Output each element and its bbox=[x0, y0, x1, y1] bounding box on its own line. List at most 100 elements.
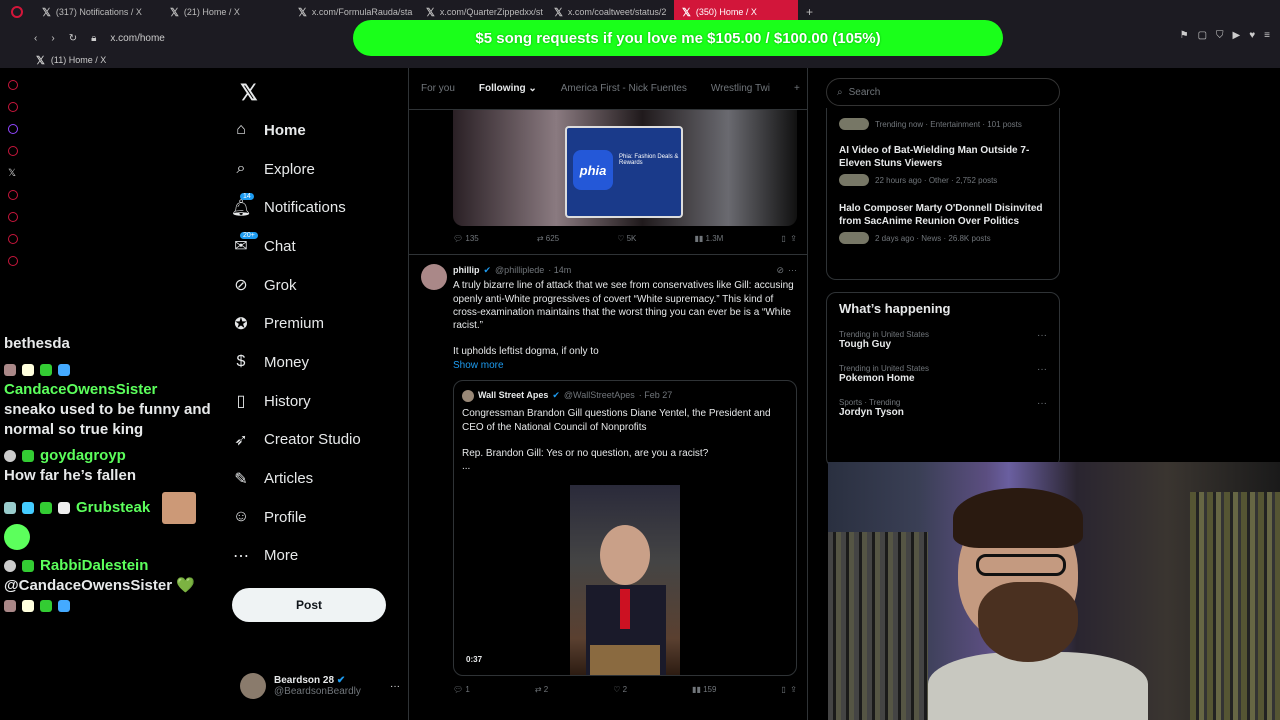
x-logo-icon[interactable]: 𝕏 bbox=[240, 80, 258, 106]
more-icon[interactable]: ··· bbox=[1037, 398, 1047, 409]
account-switcher[interactable]: Beardson 28 ✔ @BeardsonBeardly ··· bbox=[240, 670, 400, 702]
nav-articles[interactable]: ✎ Articles bbox=[232, 459, 402, 498]
views-button[interactable]: ▮▮ 159 bbox=[692, 685, 716, 694]
nav-label: Money bbox=[264, 353, 310, 371]
post-button[interactable]: Post bbox=[232, 588, 386, 622]
nav-more[interactable]: ⋯ More bbox=[232, 537, 402, 576]
tab-following[interactable]: Following ⌄ bbox=[479, 83, 537, 94]
badge-icon bbox=[4, 600, 16, 613]
author-name[interactable]: phillip bbox=[453, 264, 480, 277]
search-icon: ⌕ bbox=[837, 86, 843, 98]
play-icon[interactable]: ▶ bbox=[1233, 30, 1241, 41]
sidebar-app-icon[interactable] bbox=[8, 102, 18, 112]
trend-category: Trending in United States bbox=[839, 364, 929, 373]
sidebar-app-icon[interactable] bbox=[8, 80, 18, 90]
nav-explore[interactable]: ⌕ Explore bbox=[232, 150, 402, 189]
sidebar-app-icon[interactable] bbox=[8, 234, 18, 244]
bookmark-icon[interactable]: ▯ bbox=[781, 685, 785, 694]
trend-item[interactable]: Trending in United States Tough Guy ··· bbox=[839, 330, 1047, 350]
more-icon[interactable]: ··· bbox=[1037, 364, 1047, 375]
heart-icon[interactable]: ♥ bbox=[1249, 30, 1255, 41]
nav-profile[interactable]: ☺ Profile bbox=[232, 498, 402, 537]
nav-money[interactable]: $ Money bbox=[232, 343, 402, 382]
repost-button[interactable]: ⇄ 625 bbox=[537, 234, 559, 243]
trend-item[interactable]: Sports · Trending Jordyn Tyson ··· bbox=[839, 398, 1047, 418]
bookmark-toolbar-icon[interactable]: ⚑ bbox=[1180, 30, 1189, 41]
bookmark-item[interactable]: (11) Home / X bbox=[51, 55, 106, 65]
nav-notifications[interactable]: 🔔︎ 14 Notifications bbox=[231, 188, 402, 227]
chat-text: sneako used to be funny and normal so tr… bbox=[4, 401, 211, 438]
bookmark-icon[interactable]: ▯ bbox=[781, 234, 785, 243]
badge-icon bbox=[4, 560, 16, 573]
tab-list[interactable]: America First - Nick Fuentes bbox=[561, 83, 687, 94]
nav-premium[interactable]: ✪ Premium bbox=[232, 304, 402, 343]
reply-button[interactable]: 💬︎ 135 bbox=[453, 234, 479, 243]
author-handle[interactable]: @philliplede bbox=[495, 264, 544, 277]
sidebar-app-icon[interactable] bbox=[8, 190, 18, 200]
menu-icon[interactable]: ≡ bbox=[1264, 30, 1270, 41]
badge-icon bbox=[40, 600, 52, 613]
settings-icon[interactable] bbox=[8, 256, 18, 266]
nav-history[interactable]: ▯ History bbox=[232, 382, 402, 421]
nav-chat[interactable]: ✉ 20+ Chat bbox=[232, 227, 402, 266]
verified-icon: ✔ bbox=[483, 265, 492, 275]
search-input[interactable]: ⌕ Search bbox=[826, 78, 1060, 106]
news-title[interactable]: AI Video of Bat-Wielding Man Outside 7-E… bbox=[839, 144, 1047, 170]
nav-grok[interactable]: ⊘ Grok bbox=[232, 266, 402, 305]
more-icon[interactable]: ··· bbox=[1037, 330, 1047, 341]
tweet-media[interactable]: phia Phia: Fashion Deals & Rewards bbox=[453, 110, 797, 226]
nav-home[interactable]: ⌂ Home bbox=[232, 111, 402, 150]
back-icon[interactable]: ‹ bbox=[34, 33, 37, 44]
sidebar-app-icon[interactable] bbox=[8, 146, 18, 156]
search-placeholder: Search bbox=[848, 86, 881, 98]
streamer bbox=[978, 582, 1078, 662]
quoted-tweet[interactable]: Wall Street Apes ✔ @WallStreetApes · Feb… bbox=[453, 380, 797, 676]
timeline-tabs: For you Following ⌄ America First - Nick… bbox=[409, 68, 807, 110]
share-icon[interactable]: ⇪ bbox=[790, 234, 797, 243]
views-button[interactable]: ▮▮ 1.3M bbox=[694, 234, 723, 243]
money-icon: $ bbox=[236, 353, 246, 371]
avatar bbox=[240, 673, 266, 699]
video-duration: 0:37 bbox=[466, 655, 483, 664]
twitch-icon[interactable] bbox=[8, 124, 18, 134]
more-icon[interactable]: ··· bbox=[788, 264, 797, 277]
grok-icon[interactable]: ⊘ bbox=[776, 264, 784, 277]
url-field[interactable]: x.com/home bbox=[110, 33, 164, 44]
forward-icon[interactable]: › bbox=[51, 33, 54, 44]
add-tab-icon[interactable]: + bbox=[794, 83, 800, 94]
notification-badge: 14 bbox=[240, 193, 254, 201]
extension-icon[interactable]: ▢ bbox=[1198, 30, 1207, 41]
quote-text: Congressman Brandon Gill questions Diane… bbox=[462, 408, 771, 433]
reload-icon[interactable]: ↻ bbox=[69, 33, 77, 44]
news-box: Trending now · Entertainment · 101 posts… bbox=[826, 108, 1060, 280]
new-tab-icon[interactable]: + bbox=[798, 5, 813, 19]
streamer bbox=[953, 488, 1083, 548]
reply-button[interactable]: 💬︎ 1 bbox=[453, 685, 470, 694]
sidebar-app-icon[interactable] bbox=[8, 212, 18, 222]
tab-label: (317) Notifications / X bbox=[55, 7, 142, 17]
person-icon: ☺ bbox=[232, 508, 250, 526]
tweet-body: phillip ✔ @philliplede · 14m ⊘ ··· A tru… bbox=[453, 264, 797, 372]
trend-item[interactable]: Trending in United States Pokemon Home ·… bbox=[839, 364, 1047, 384]
like-button[interactable]: ♡ 2 bbox=[613, 685, 627, 694]
video-player[interactable] bbox=[570, 485, 680, 675]
browser-tab[interactable]: 𝕏 (21) Home / X bbox=[162, 0, 290, 24]
tweet-actions: 💬︎ 1 ⇄ 2 ♡ 2 ▮▮ 159 ▯ ⇪ bbox=[453, 685, 797, 694]
more-icon[interactable]: ··· bbox=[390, 681, 400, 692]
shield-icon[interactable]: ⛉ bbox=[1216, 30, 1224, 41]
show-more-link[interactable]: Show more bbox=[453, 359, 797, 372]
tab-list[interactable]: Wrestling Twi bbox=[711, 83, 770, 94]
like-button[interactable]: ♡ 5K bbox=[617, 234, 636, 243]
trend-title: Pokemon Home bbox=[839, 373, 915, 384]
browser-tab[interactable]: 𝕏 (317) Notifications / X bbox=[34, 0, 162, 24]
nav-label: Chat bbox=[264, 237, 296, 255]
x-logo-icon[interactable]: 𝕏 bbox=[8, 168, 18, 179]
news-title[interactable]: Halo Composer Marty O'Donnell Disinvited… bbox=[839, 202, 1047, 228]
nav-creator-studio[interactable]: ➶ Creator Studio bbox=[232, 421, 402, 460]
quote-author: Wall Street Apes bbox=[478, 390, 549, 400]
nav-label: Articles bbox=[264, 470, 314, 488]
share-icon[interactable]: ⇪ bbox=[790, 685, 797, 694]
tab-for-you[interactable]: For you bbox=[421, 83, 455, 94]
badge-icon bbox=[40, 502, 52, 514]
repost-button[interactable]: ⇄ 2 bbox=[535, 685, 548, 694]
